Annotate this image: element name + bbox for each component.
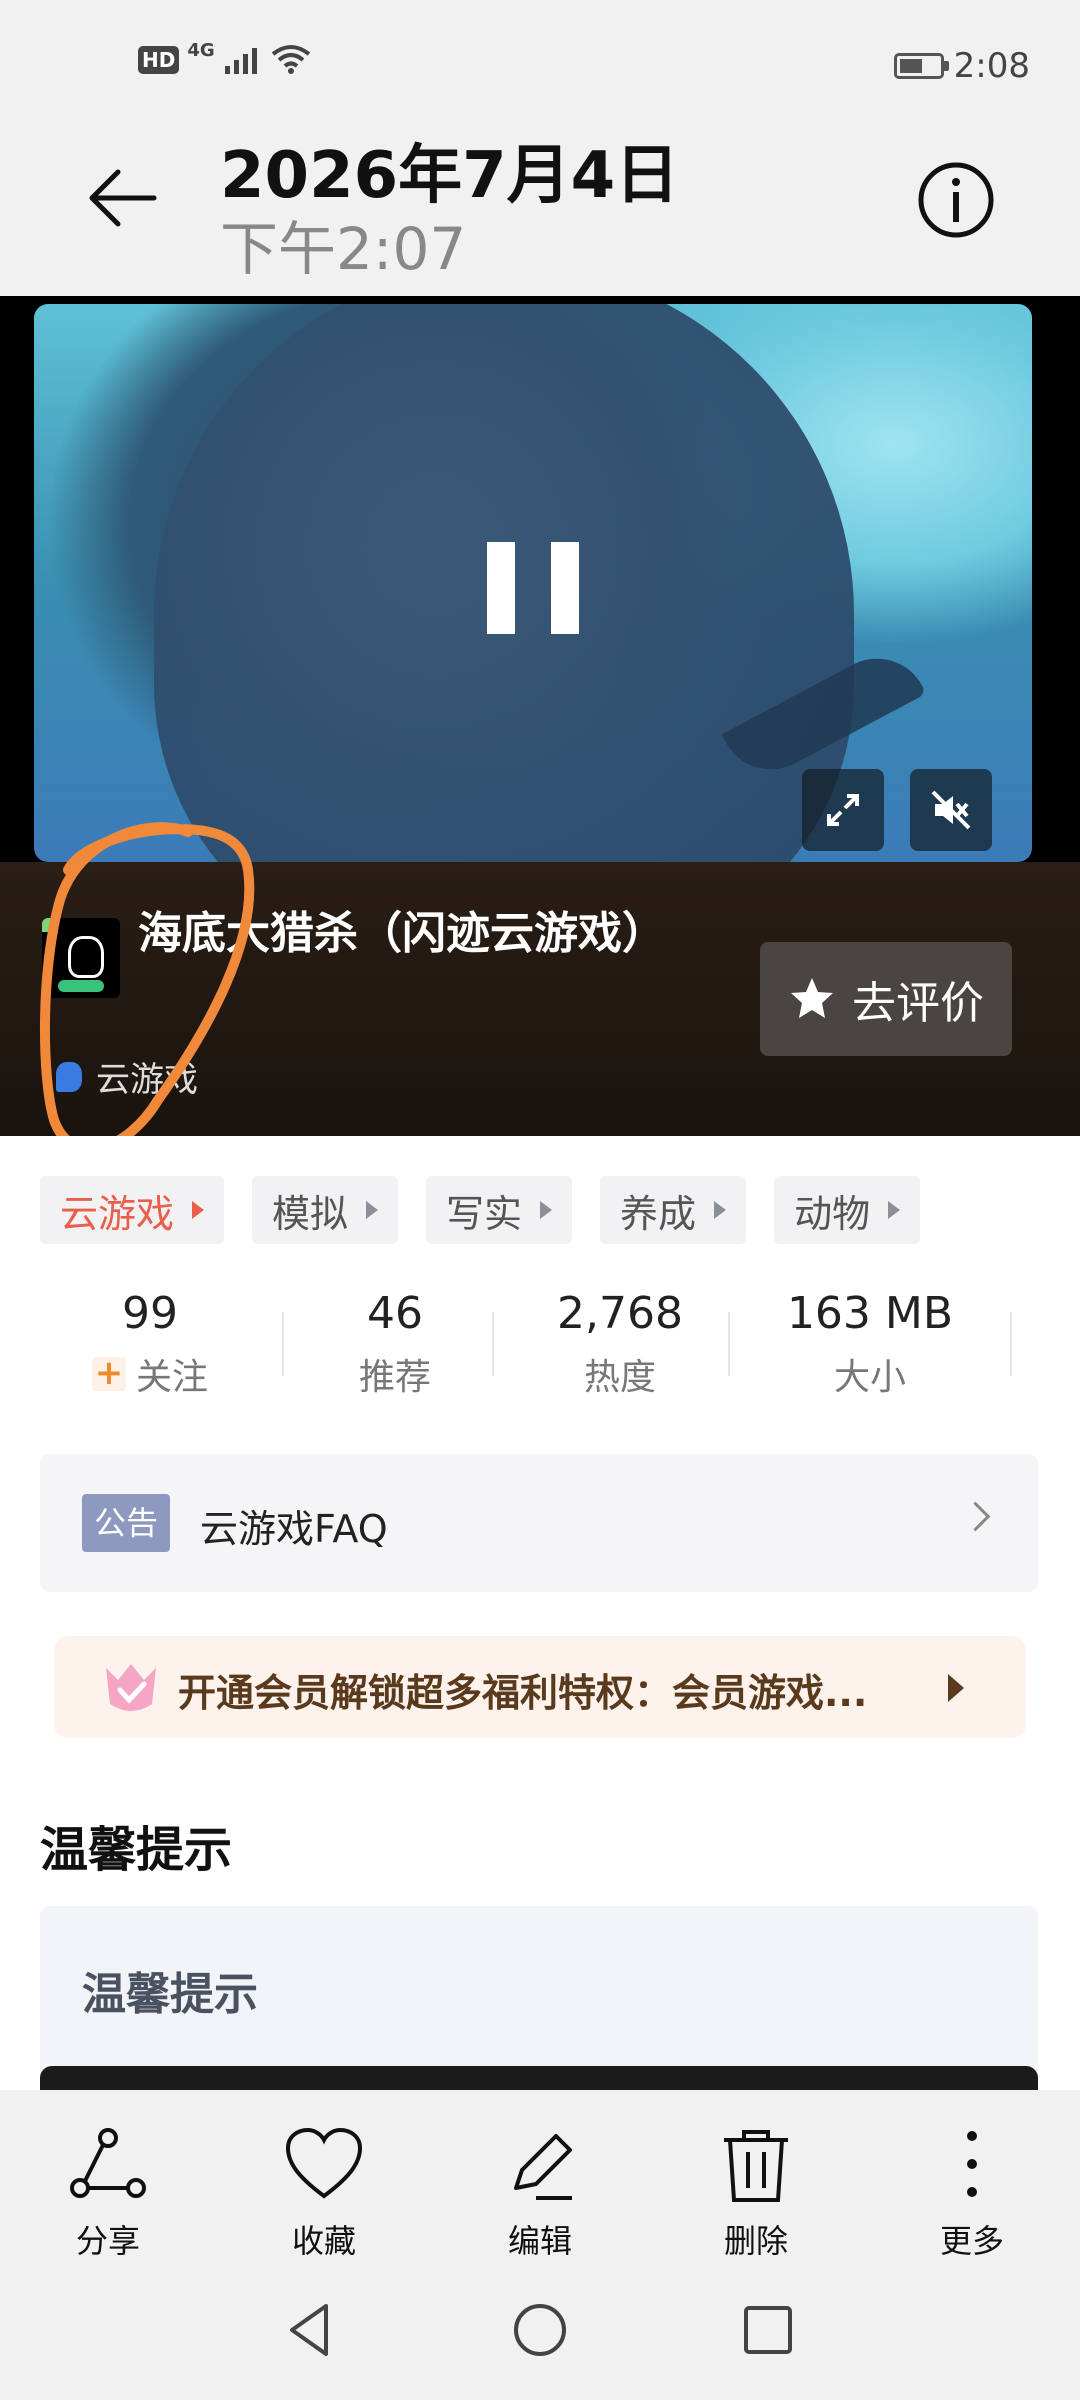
stat-divider — [492, 1312, 494, 1376]
tag-label: 动物 — [794, 1191, 871, 1236]
share-label: 分享 — [75, 2222, 140, 2260]
heart-icon — [285, 2127, 363, 2199]
edit-button[interactable]: 编辑 — [470, 2126, 610, 2262]
status-bar: HD 4G 2:08 — [0, 0, 1080, 120]
trash-icon — [724, 2130, 788, 2202]
header: 2026年7月4日 下午2:07 — [0, 120, 1080, 296]
plus-icon: + — [91, 1356, 126, 1391]
stat-value: 163 MB — [786, 1288, 954, 1339]
hd-badge: HD — [138, 46, 180, 74]
stat-label: 关注 — [135, 1357, 208, 1398]
game-category: 云游戏 — [56, 1052, 198, 1101]
vip-banner[interactable]: 开通会员解锁超多福利特权：会员游戏... — [54, 1636, 1026, 1738]
stat-divider — [282, 1312, 284, 1376]
tag-arrow-icon — [888, 1201, 901, 1219]
vip-text: 开通会员解锁超多福利特权：会员游戏... — [178, 1671, 868, 1715]
tag-4[interactable]: 动物 — [774, 1176, 921, 1244]
expand-icon — [827, 794, 859, 826]
edit-icon — [514, 2134, 572, 2200]
muted-speaker-icon — [931, 790, 971, 830]
tip-card: 温馨提示 — [40, 1906, 1038, 2090]
stat-follow[interactable]: 99 + 关注 — [50, 1286, 250, 1400]
nav-recents-icon[interactable] — [738, 2300, 798, 2360]
share-icon — [70, 2128, 146, 2198]
action-bar: 分享 收藏 编辑 删除 更多 — [0, 2090, 1080, 2260]
tag-1[interactable]: 模拟 — [252, 1176, 399, 1244]
notice-text: 云游戏FAQ — [200, 1507, 388, 1551]
play-arrow-icon — [948, 1674, 964, 1702]
stat-divider — [1010, 1312, 1012, 1376]
rate-label: 去评价 — [852, 978, 984, 1029]
back-arrow-icon[interactable] — [84, 160, 160, 236]
stat-heat: 2,768 热度 — [510, 1286, 730, 1400]
system-nav-bar — [0, 2260, 1080, 2400]
tag-2[interactable]: 写实 — [426, 1176, 573, 1244]
game-info: 海底大猎杀（闪迹云游戏） 云游戏 去评价 — [0, 862, 1080, 1136]
stat-size: 163 MB 大小 — [760, 1286, 980, 1400]
favorite-label: 收藏 — [291, 2222, 356, 2260]
media-card: 海底大猎杀（闪迹云游戏） 云游戏 去评价 — [0, 296, 1080, 1136]
game-title[interactable]: 海底大猎杀（闪迹云游戏） — [138, 902, 666, 966]
share-button[interactable]: 分享 — [38, 2126, 178, 2262]
status-left: HD 4G — [138, 40, 311, 76]
more-button[interactable]: 更多 — [902, 2126, 1042, 2262]
nav-home-icon[interactable] — [510, 2300, 570, 2360]
more-label: 更多 — [939, 2222, 1004, 2260]
clock: 2:08 — [953, 46, 1030, 86]
tag-label: 写实 — [446, 1191, 523, 1236]
favorite-button[interactable]: 收藏 — [254, 2126, 394, 2262]
mute-button[interactable] — [910, 769, 992, 851]
stats-row: 99 + 关注 46 推荐 2,768 热度 163 MB 大小 — [0, 1286, 1080, 1416]
tag-0[interactable]: 云游戏 — [40, 1176, 225, 1244]
section-title: 温馨提示 — [40, 1822, 233, 1878]
game-category-label: 云游戏 — [96, 1060, 198, 1100]
pause-icon[interactable] — [487, 542, 579, 634]
stat-value: 99 — [122, 1288, 178, 1339]
tag-label: 养成 — [620, 1191, 697, 1236]
info-icon[interactable] — [916, 160, 996, 240]
signal-icon — [224, 48, 257, 74]
rate-button[interactable]: 去评价 — [760, 942, 1012, 1056]
tip-card-title: 温馨提示 — [82, 1969, 258, 2020]
stat-label: 大小 — [833, 1357, 906, 1398]
stat-value: 46 — [367, 1288, 423, 1339]
star-icon — [791, 978, 833, 1018]
stat-label: 热度 — [583, 1357, 656, 1398]
wifi-icon — [271, 45, 310, 74]
stat-recommend: 46 推荐 — [300, 1286, 490, 1400]
cloud-game-icon — [56, 1061, 82, 1092]
game-icon[interactable] — [42, 918, 120, 998]
tag-3[interactable]: 养成 — [600, 1176, 747, 1244]
tag-label: 云游戏 — [60, 1191, 175, 1236]
stat-divider — [728, 1312, 730, 1376]
status-right: 2:08 — [893, 46, 1030, 86]
content: 云游戏 模拟 写实 养成 动物 99 + 关注 46 推荐 2,768 热度 163 MB… — [0, 1136, 1080, 2096]
video-player[interactable] — [34, 304, 1032, 862]
vip-crown-icon — [106, 1664, 156, 1711]
more-icon — [967, 2131, 977, 2197]
fullscreen-button[interactable] — [802, 769, 884, 851]
tag-arrow-icon — [540, 1201, 553, 1219]
tag-list: 云游戏 模拟 写实 养成 动物 — [40, 1176, 921, 1244]
delete-button[interactable]: 删除 — [686, 2126, 826, 2262]
edit-label: 编辑 — [507, 2222, 572, 2260]
stat-value: 2,768 — [557, 1288, 683, 1339]
page-subtitle-time: 下午2:07 — [220, 215, 467, 283]
nav-back-icon[interactable] — [280, 2300, 340, 2360]
notice-badge: 公告 — [82, 1494, 171, 1552]
delete-label: 删除 — [723, 2222, 788, 2260]
tag-arrow-icon — [714, 1201, 727, 1219]
tag-arrow-icon — [192, 1201, 205, 1219]
stat-label: 推荐 — [358, 1357, 431, 1398]
notice-row[interactable]: 公告 云游戏FAQ — [40, 1454, 1038, 1592]
battery-level — [899, 59, 923, 73]
battery-icon — [893, 53, 949, 79]
tag-label: 模拟 — [272, 1191, 349, 1236]
tag-arrow-icon — [366, 1201, 379, 1219]
network-type: 4G — [187, 39, 215, 61]
chevron-right-icon — [960, 1501, 991, 1532]
